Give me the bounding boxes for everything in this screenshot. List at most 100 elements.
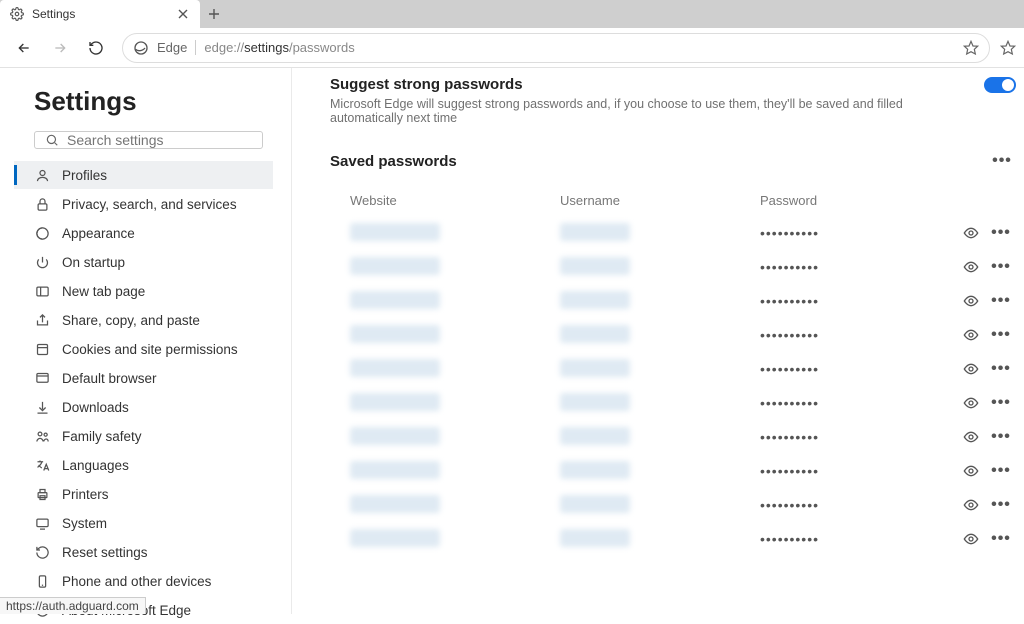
row-more-button[interactable]: ••• (986, 293, 1016, 309)
tab-settings[interactable]: Settings (0, 0, 200, 28)
system-icon (34, 515, 50, 531)
username-cell (560, 529, 760, 550)
search-icon (45, 133, 59, 147)
close-icon[interactable] (176, 7, 190, 21)
reveal-password-button[interactable] (956, 429, 986, 445)
password-cell: •••••••••• (760, 395, 956, 411)
password-cell: •••••••••• (760, 429, 956, 445)
row-more-button[interactable]: ••• (986, 259, 1016, 275)
reveal-password-button[interactable] (956, 259, 986, 275)
sidebar-item-label: Printers (62, 487, 109, 502)
settings-sidebar: Settings Profiles Privacy, search, and s… (0, 68, 292, 614)
gear-icon (10, 7, 24, 21)
browser-toolbar: Edge edge://settings/passwords (0, 28, 1024, 68)
password-cell: •••••••••• (760, 259, 956, 275)
sidebar-item-reset[interactable]: Reset settings (14, 538, 273, 566)
page-title: Settings (34, 86, 263, 117)
favorite-button[interactable] (963, 40, 979, 56)
table-row[interactable]: •••••••••• ••• (330, 352, 1016, 386)
col-password: Password (760, 193, 956, 208)
sidebar-item-appearance[interactable]: Appearance (14, 219, 273, 247)
saved-passwords-more-button[interactable]: ••• (988, 147, 1016, 175)
reveal-password-button[interactable] (956, 395, 986, 411)
printer-icon (34, 486, 50, 502)
sidebar-item-family[interactable]: Family safety (14, 422, 273, 450)
sidebar-item-label: Phone and other devices (62, 574, 211, 589)
password-cell: •••••••••• (760, 293, 956, 309)
lock-icon (34, 196, 50, 212)
table-row[interactable]: •••••••••• ••• (330, 250, 1016, 284)
saved-passwords-header: Saved passwords ••• (330, 147, 1016, 175)
tab-strip: Settings (0, 0, 1024, 28)
sidebar-item-share[interactable]: Share, copy, and paste (14, 306, 273, 334)
reveal-password-button[interactable] (956, 497, 986, 513)
reveal-password-button[interactable] (956, 293, 986, 309)
row-more-button[interactable]: ••• (986, 531, 1016, 547)
reveal-password-button[interactable] (956, 463, 986, 479)
sidebar-item-cookies[interactable]: Cookies and site permissions (14, 335, 273, 363)
table-row[interactable]: •••••••••• ••• (330, 216, 1016, 250)
address-identity-label: Edge (157, 40, 196, 55)
new-tab-button[interactable] (200, 0, 228, 28)
family-icon (34, 428, 50, 444)
table-row[interactable]: •••••••••• ••• (330, 318, 1016, 352)
row-more-button[interactable]: ••• (986, 395, 1016, 411)
sidebar-item-profiles[interactable]: Profiles (14, 161, 273, 189)
sidebar-item-label: On startup (62, 255, 125, 270)
table-row[interactable]: •••••••••• ••• (330, 488, 1016, 522)
forward-button[interactable] (44, 32, 76, 64)
table-row[interactable]: •••••••••• ••• (330, 420, 1016, 454)
website-cell (350, 359, 560, 380)
table-row[interactable]: •••••••••• ••• (330, 454, 1016, 488)
suggest-passwords-toggle[interactable] (984, 77, 1016, 93)
sidebar-item-label: Privacy, search, and services (62, 197, 237, 212)
col-website: Website (350, 193, 560, 208)
row-more-button[interactable]: ••• (986, 497, 1016, 513)
favorites-bar-icon[interactable] (1000, 40, 1016, 56)
username-cell (560, 495, 760, 516)
status-bar-hover-url: https://auth.adguard.com (0, 597, 146, 614)
sidebar-item-downloads[interactable]: Downloads (14, 393, 273, 421)
saved-passwords-title: Saved passwords (330, 153, 988, 170)
sidebar-item-privacy[interactable]: Privacy, search, and services (14, 190, 273, 218)
address-bar[interactable]: Edge edge://settings/passwords (122, 33, 990, 63)
reveal-password-button[interactable] (956, 225, 986, 241)
sidebar-item-newtab[interactable]: New tab page (14, 277, 273, 305)
password-cell: •••••••••• (760, 327, 956, 343)
sidebar-item-phone[interactable]: Phone and other devices (14, 567, 273, 595)
reveal-password-button[interactable] (956, 327, 986, 343)
profile-icon (34, 167, 50, 183)
row-more-button[interactable]: ••• (986, 225, 1016, 241)
reveal-password-button[interactable] (956, 531, 986, 547)
refresh-button[interactable] (80, 32, 112, 64)
password-cell: •••••••••• (760, 361, 956, 377)
username-cell (560, 291, 760, 312)
newtab-icon (34, 283, 50, 299)
sidebar-item-label: Share, copy, and paste (62, 313, 200, 328)
website-cell (350, 495, 560, 516)
username-cell (560, 325, 760, 346)
row-more-button[interactable]: ••• (986, 429, 1016, 445)
table-row[interactable]: •••••••••• ••• (330, 284, 1016, 318)
search-settings-box[interactable] (34, 131, 263, 149)
sidebar-item-system[interactable]: System (14, 509, 273, 537)
website-cell (350, 393, 560, 414)
reveal-password-button[interactable] (956, 361, 986, 377)
back-button[interactable] (8, 32, 40, 64)
sidebar-item-onstartup[interactable]: On startup (14, 248, 273, 276)
search-input[interactable] (67, 132, 252, 148)
username-cell (560, 223, 760, 244)
sidebar-item-default-browser[interactable]: Default browser (14, 364, 273, 392)
table-row[interactable]: •••••••••• ••• (330, 522, 1016, 556)
languages-icon (34, 457, 50, 473)
sidebar-item-languages[interactable]: Languages (14, 451, 273, 479)
sidebar-item-label: New tab page (62, 284, 145, 299)
row-more-button[interactable]: ••• (986, 463, 1016, 479)
row-more-button[interactable]: ••• (986, 327, 1016, 343)
sidebar-item-printers[interactable]: Printers (14, 480, 273, 508)
table-row[interactable]: •••••••••• ••• (330, 386, 1016, 420)
col-username: Username (560, 193, 760, 208)
edge-logo-icon (133, 40, 149, 56)
sidebar-item-label: Profiles (62, 168, 107, 183)
row-more-button[interactable]: ••• (986, 361, 1016, 377)
